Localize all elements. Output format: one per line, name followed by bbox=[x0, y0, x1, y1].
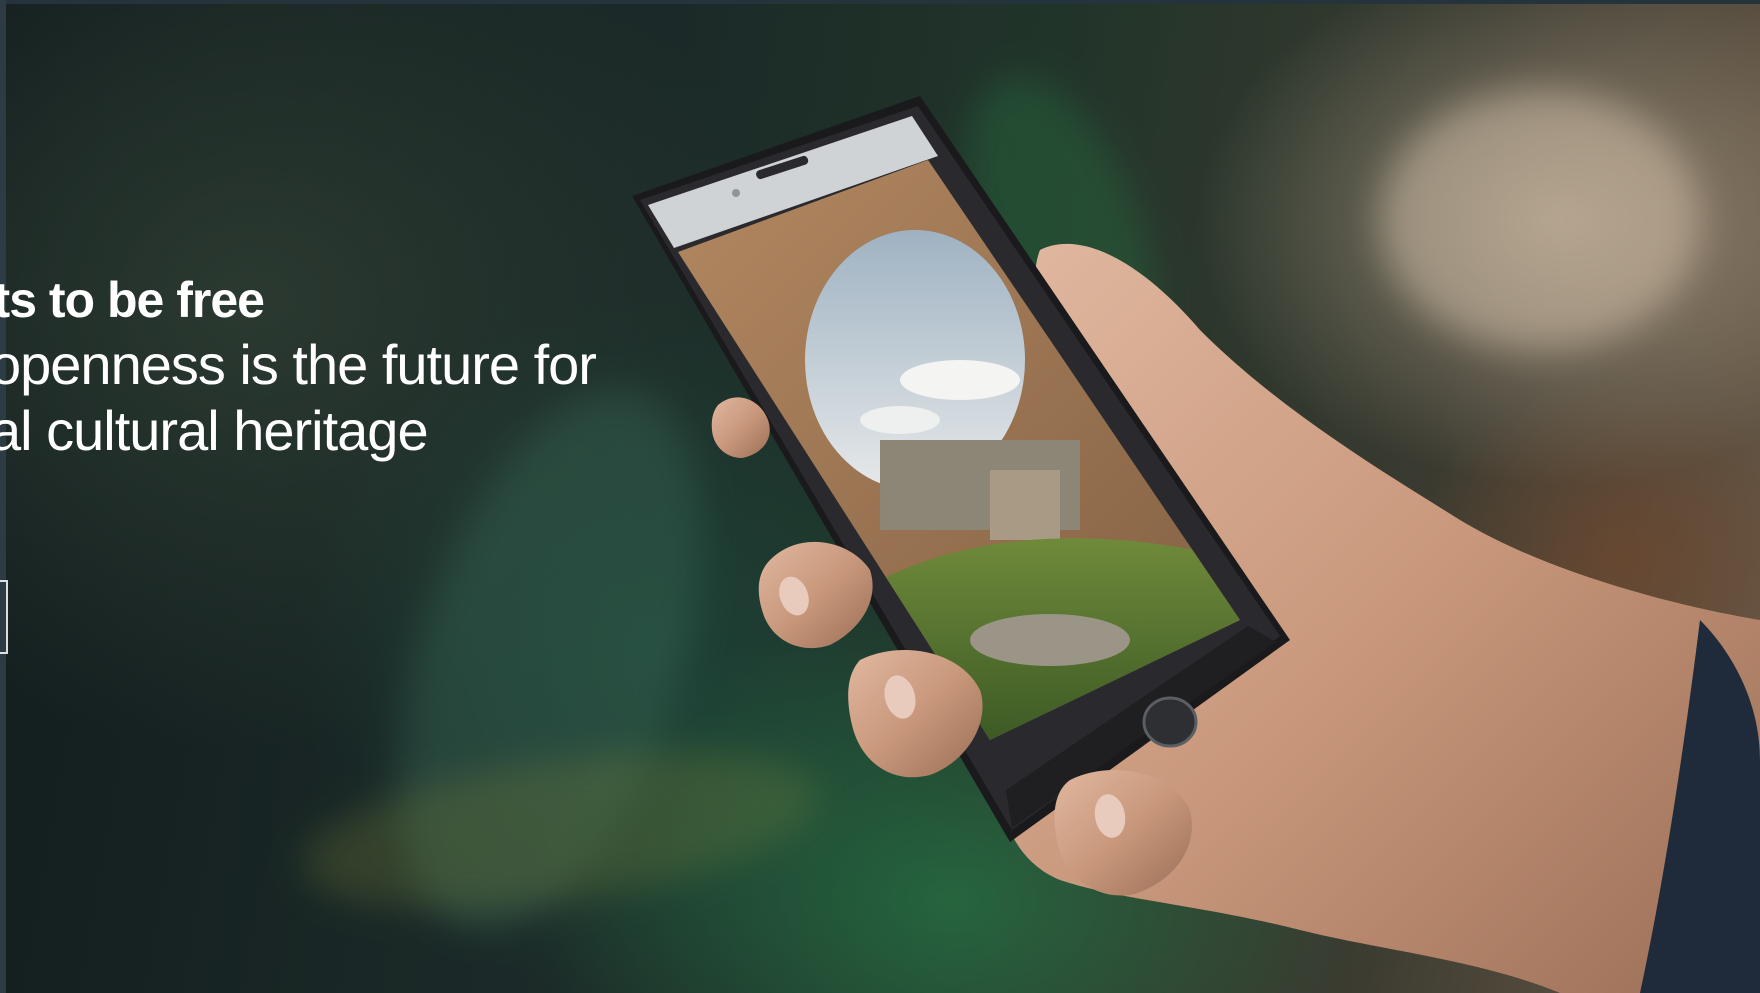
hand-holding-phone-photo bbox=[632, 96, 1760, 993]
hero-banner: nts to be free l openness is the future … bbox=[0, 0, 1760, 993]
home-button-icon bbox=[1142, 696, 1198, 748]
